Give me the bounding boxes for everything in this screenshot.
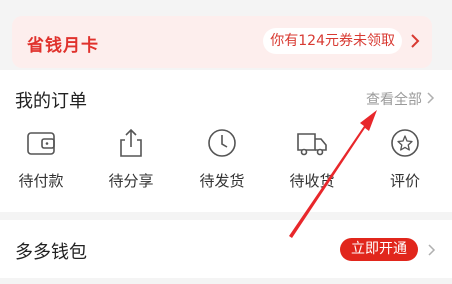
view-all-orders-link[interactable]: 查看全部 xyxy=(366,89,422,109)
order-status-pending-receipt[interactable]: 待收货 xyxy=(282,126,342,191)
order-status-review[interactable]: 评价 xyxy=(375,126,435,191)
review-label: 评价 xyxy=(389,172,420,190)
pending-payment-label: 待付款 xyxy=(18,172,64,190)
clock-icon xyxy=(208,129,236,157)
duoduo-wallet-title: 多多钱包 xyxy=(15,242,87,263)
my-orders-title: 我的订单 xyxy=(15,91,87,112)
duoduo-wallet-section[interactable]: 多多钱包 立即开通 xyxy=(0,220,452,278)
pending-share-label: 待分享 xyxy=(108,172,154,190)
share-icon xyxy=(120,128,142,157)
pending-receipt-label: 待收货 xyxy=(289,172,335,190)
pending-shipment-label: 待发货 xyxy=(199,172,245,190)
chevron-right-icon[interactable] xyxy=(426,242,436,258)
my-orders-section: 我的订单 查看全部 待付款 待分享 待发货 待收货 评价 xyxy=(0,70,452,212)
chevron-right-icon xyxy=(411,34,420,48)
order-status-pending-payment[interactable]: 待付款 xyxy=(11,126,71,191)
monthly-savings-card-banner[interactable]: 省钱月卡 你有124元券未领取 xyxy=(12,16,432,68)
review-star-icon xyxy=(391,129,419,157)
order-status-pending-share[interactable]: 待分享 xyxy=(101,126,161,191)
truck-icon xyxy=(297,133,327,156)
monthly-card-title: 省钱月卡 xyxy=(27,36,99,56)
chevron-right-icon[interactable] xyxy=(425,90,435,106)
unclaimed-coupon-pill[interactable]: 你有124元券未领取 xyxy=(263,28,402,54)
wallet-icon xyxy=(27,132,55,155)
order-status-pending-shipment[interactable]: 待发货 xyxy=(192,126,252,191)
activate-now-button[interactable]: 立即开通 xyxy=(340,238,418,261)
